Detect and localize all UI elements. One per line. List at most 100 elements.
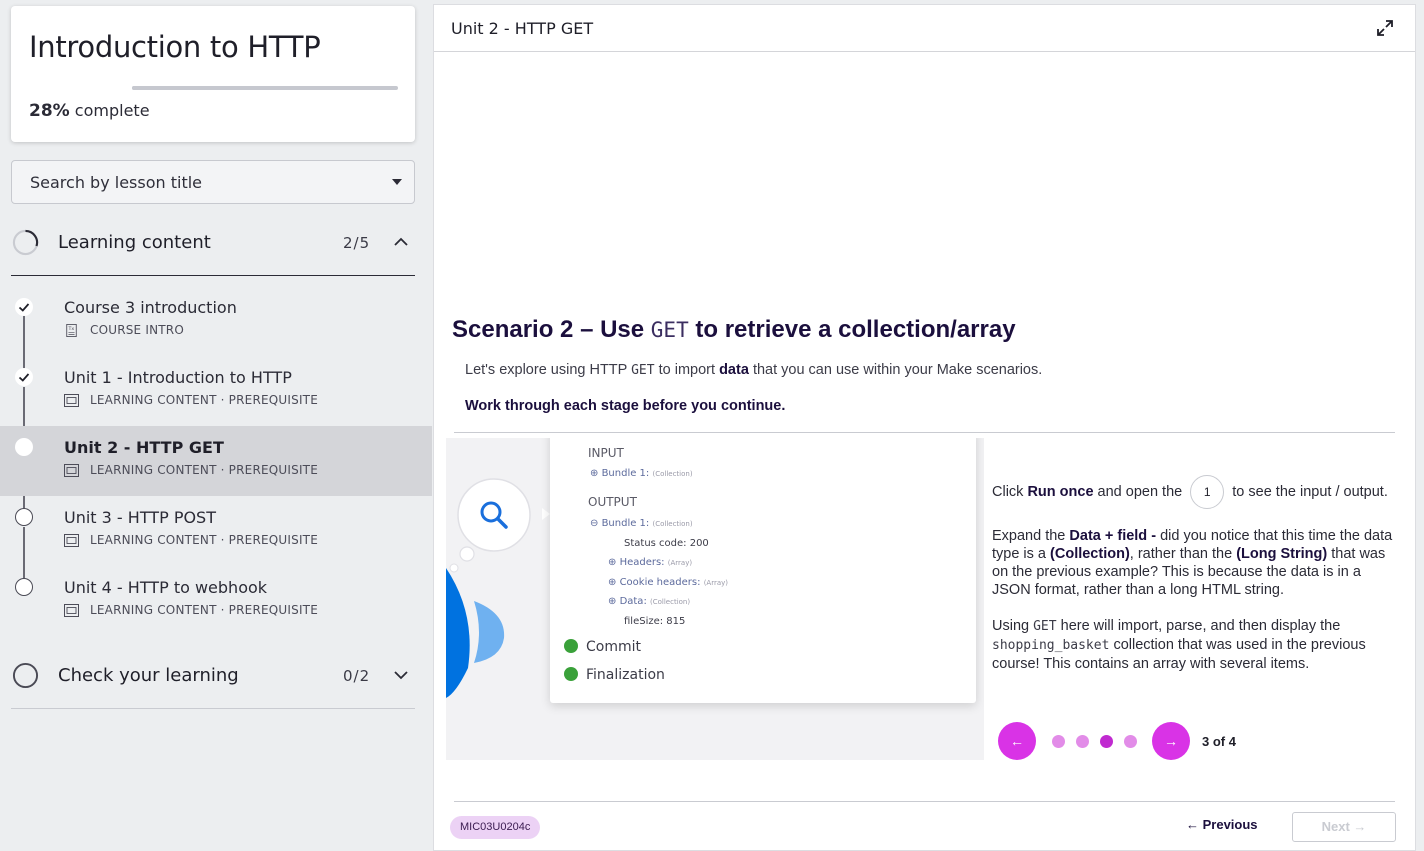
text: here will import, parse, and then displa… [1060,618,1341,634]
step-paragraph: Click Run once and open the 1 to see the… [992,475,1396,509]
section-title: Check your learning [58,665,239,686]
lesson-status-complete [15,298,33,316]
lesson-meta-text: COURSE INTRO [90,323,184,337]
text: Using [992,618,1030,634]
media-icon [64,533,79,547]
commit-step: Commit [564,639,641,655]
intro-post: that you can use within your Make scenar… [752,362,1043,378]
lesson-meta: LEARNING CONTENT · PREREQUISITE [64,462,318,478]
text: Expand the [992,528,1066,544]
media-icon [64,603,79,617]
lesson-status-current [15,438,33,456]
bundle-count-badge: 1 [1190,475,1225,509]
bold-text: Data + field - [1069,528,1157,544]
lesson-item[interactable]: Unit 4 - HTTP to webhook LEARNING CONTEN… [0,566,432,636]
check-icon [18,303,30,312]
carousel-next-button[interactable]: → [1152,722,1190,760]
lesson-title: Unit 4 - HTTP to webhook [64,578,268,597]
progress-bar-fill [132,86,207,90]
step-label: Finalization [586,667,665,683]
course-title: Introduction to HTTP [29,30,321,64]
lesson-content-panel: Unit 2 - HTTP GET Scenario 2 – Use GET t… [433,4,1416,851]
lesson-status-not-started [15,508,33,526]
carousel-dot[interactable] [1051,734,1065,748]
section-learning-content[interactable]: Learning content 2/5 [11,208,415,276]
lesson-item-active[interactable]: Unit 2 - HTTP GET LEARNING CONTENT · PRE… [0,426,432,496]
lesson-item[interactable]: Unit 3 - HTTP POST LEARNING CONTENT · PR… [0,496,432,566]
bold-text: (Collection) [1050,546,1130,562]
intro-mid: to import [658,362,716,378]
progress-suffix: complete [74,101,150,120]
text-doc-icon: Tx [66,323,77,337]
finalization-step: Finalization [564,667,665,683]
lesson-search-select[interactable]: Search by lesson title [11,160,415,204]
scenario-heading-code: GET [650,318,689,342]
bold-text: Run once [1027,483,1094,500]
lesson-status-complete [15,368,33,386]
scenario-heading-post: to retrieve a collection/array [695,316,1016,343]
status-code-field: Status code: 200 [624,538,709,549]
bundle-label: Bundle 1: [601,518,650,529]
lesson-item[interactable]: Unit 1 - Introduction to HTTP LEARNING C… [0,356,432,426]
input-label: INPUT [588,446,624,460]
data-field: ⊕ Data: (Collection) [608,596,691,607]
section-count: 0/2 [343,667,371,685]
caret-down-icon [392,179,402,185]
type-tag: (Collection) [652,520,693,528]
carousel-dot[interactable] [1099,734,1113,748]
field-label: Cookie headers: [619,577,701,588]
success-check-icon [564,667,578,681]
lesson-item[interactable]: Course 3 introduction Tx COURSE INTRO [0,286,432,356]
course-progress-card: Introduction to HTTP 28% complete [11,6,415,142]
headers-field: ⊕ Headers: (Array) [608,557,693,568]
type-tag: (Collection) [650,598,691,606]
success-check-icon [564,639,578,653]
code-text: shopping_basket [992,638,1110,653]
chevron-up-icon [394,237,408,246]
bundle-input: ⊕ Bundle 1: (Collection) [590,468,693,479]
bold-text: (Long String) [1236,546,1328,562]
section-title: Learning content [58,232,211,253]
lesson-meta-text: LEARNING CONTENT · PREREQUISITE [90,463,318,477]
lesson-reference-chip: MIC03U0204c [450,816,541,839]
expand-icon[interactable] [1375,18,1395,38]
next-lesson-button[interactable]: Next → [1292,812,1396,842]
type-tag: (Array) [667,559,693,567]
lesson-header: Unit 2 - HTTP GET [434,5,1415,52]
step-paragraph: Expand the Data + field - did you notice… [992,527,1396,599]
carousel-dot[interactable] [1075,734,1089,748]
lesson-title: Unit 2 - HTTP GET [64,438,224,457]
svg-text:Tx: Tx [67,326,74,332]
field-label: Data: [619,596,647,607]
step-carousel: ← → 3 of 4 [998,721,1236,761]
progress-ring-icon [12,662,39,689]
scenario-screenshot: INPUT ⊕ Bundle 1: (Collection) OUTPUT ⊖ … [446,438,984,760]
output-label: OUTPUT [588,495,637,509]
intro-bold: data [719,362,749,378]
lesson-meta: LEARNING CONTENT · PREREQUISITE [64,532,318,548]
intro-code: GET [631,363,655,378]
carousel-prev-button[interactable]: ← [998,722,1036,760]
progress-bar [132,86,398,90]
text: and open the [1097,483,1183,500]
step-description: Click Run once and open the 1 to see the… [992,475,1396,691]
previous-lesson-button[interactable]: ← Previous [1186,817,1258,832]
text: Click [992,483,1024,500]
type-tag: (Collection) [652,470,693,478]
carousel-dots [1046,734,1142,748]
check-icon [18,373,30,382]
course-sidebar: Introduction to HTTP 28% complete Search… [0,0,432,851]
section-check-your-learning[interactable]: Check your learning 0/2 [11,641,415,709]
carousel-counter: 3 of 4 [1202,733,1236,749]
bundle-label: Bundle 1: [601,468,650,479]
media-icon [64,393,79,407]
code-text: GET [1033,619,1057,634]
cookie-headers-field: ⊕ Cookie headers: (Array) [608,577,729,588]
lesson-header-title: Unit 2 - HTTP GET [451,19,594,38]
lesson-title: Course 3 introduction [64,298,237,317]
divider [454,801,1395,802]
carousel-dot[interactable] [1123,734,1137,748]
lesson-meta: LEARNING CONTENT · PREREQUISITE [64,392,318,408]
filesize-field: fileSize: 815 [624,616,686,627]
lesson-title: Unit 1 - Introduction to HTTP [64,368,292,387]
